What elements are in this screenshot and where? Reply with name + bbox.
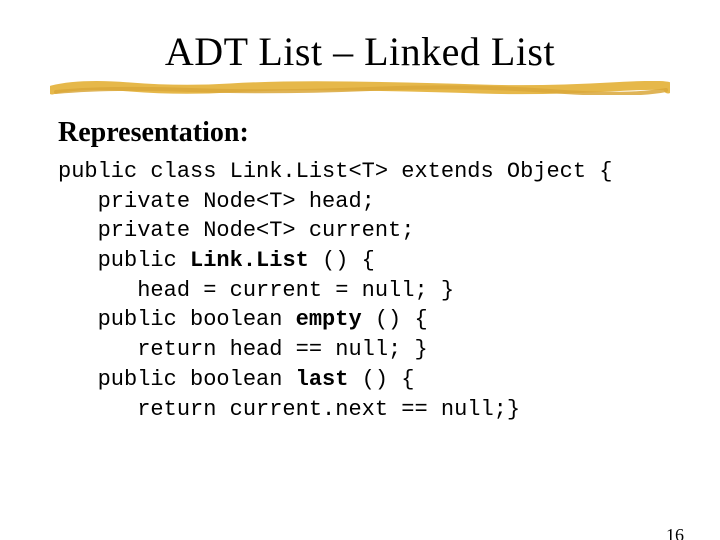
code-line: private Node<T> current; [58,218,414,243]
code-line: () { [348,367,414,392]
code-line: public boolean [58,367,296,392]
code-bold: empty [296,307,362,332]
code-line: public class Link.List<T> extends Object… [58,159,613,184]
slide: ADT List – Linked List Representation: p… [0,28,720,540]
brush-stroke-icon [50,81,670,95]
title-underline [0,81,720,99]
code-block: public class Link.List<T> extends Object… [58,157,720,424]
code-line: head = current = null; } [58,278,454,303]
code-bold: Link.List [190,248,309,273]
code-bold: last [296,367,349,392]
slide-title: ADT List – Linked List [0,28,720,75]
code-line: public boolean [58,307,296,332]
section-heading: Representation: [58,117,720,149]
code-line: public [58,248,190,273]
code-line: return current.next == null;} [58,397,520,422]
code-line: return head == null; } [58,337,428,362]
page-number: 16 [666,525,684,540]
code-line: private Node<T> head; [58,189,375,214]
code-line: () { [362,307,428,332]
code-line: () { [309,248,375,273]
